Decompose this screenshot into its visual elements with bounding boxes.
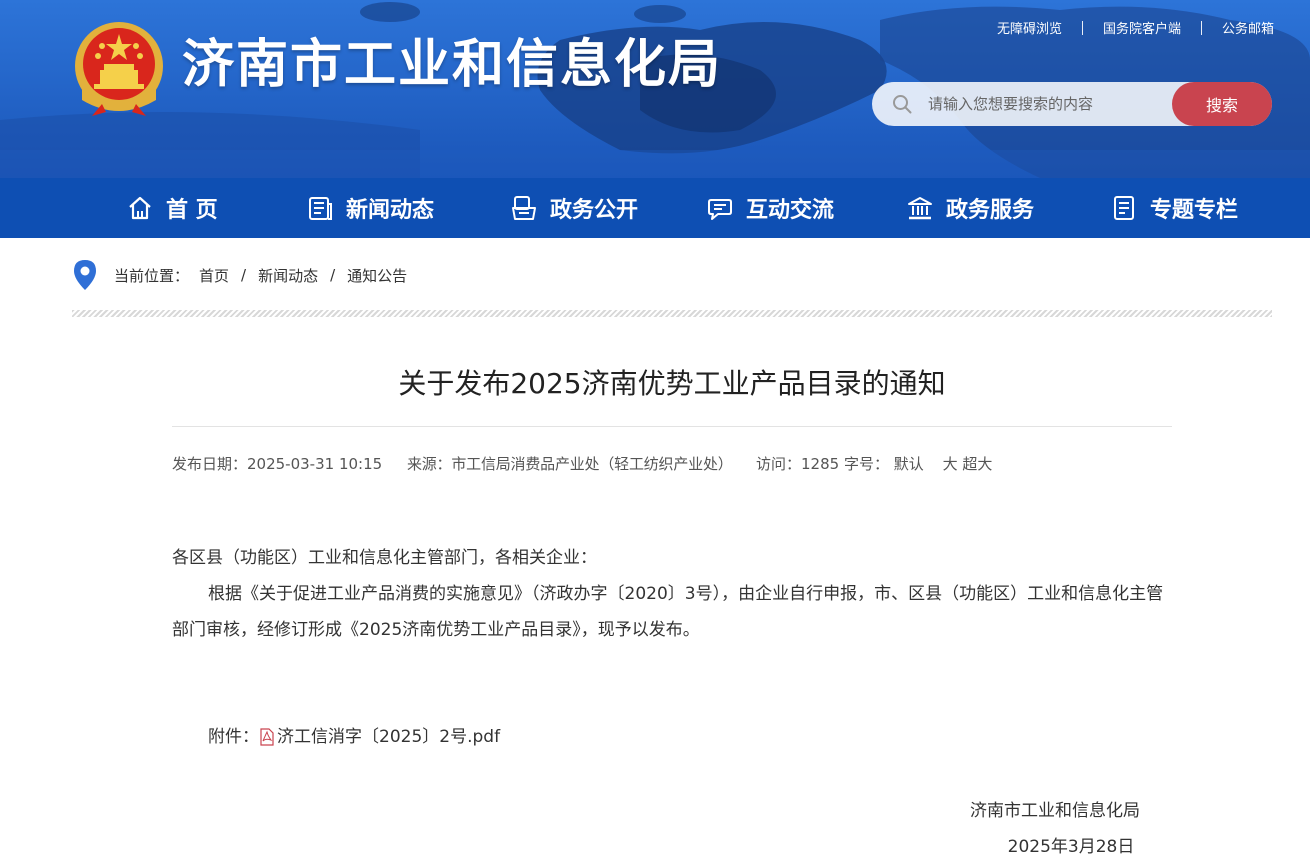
title-divider <box>172 426 1172 427</box>
breadcrumb-notices-link[interactable]: 通知公告 <box>347 265 407 286</box>
breadcrumb-home-link[interactable]: 首页 <box>199 265 229 286</box>
font-size-extra-large[interactable]: 超大 <box>962 455 992 473</box>
nav-item-news[interactable]: 新闻动态 <box>306 178 434 238</box>
nav-item-government-services[interactable]: 政务服务 <box>906 178 1034 238</box>
nav-item-government-affairs[interactable]: 政务公开 <box>510 178 638 238</box>
search-input[interactable] <box>928 82 1168 126</box>
nav-item-label: 政务公开 <box>550 198 639 223</box>
breadcrumb-prefix: 当前位置： <box>114 266 190 285</box>
location-pin-icon <box>74 260 96 290</box>
document-list-icon <box>1114 196 1134 220</box>
font-size-large[interactable]: 大 <box>943 455 958 473</box>
search-box: 搜索 <box>872 82 1272 126</box>
folder-open-icon <box>512 196 536 220</box>
search-icon <box>893 95 912 114</box>
state-council-client-link[interactable]: 国务院客户端 <box>1103 18 1181 37</box>
salutation: 各区县（功能区）工业和信息化主管部门，各相关企业： <box>172 548 597 568</box>
article-body: 各区县（功能区）工业和信息化主管部门，各相关企业： 根据《关于促进工业产品消费的… <box>172 540 1172 648</box>
breadcrumb: 当前位置： 首页 / 新闻动态 / 通知公告 <box>72 258 407 292</box>
official-email-link[interactable]: 公务邮箱 <box>1222 18 1274 37</box>
nav-item-label: 首 页 <box>166 198 218 223</box>
top-links: 无障碍浏览 国务院客户端 公务邮箱 <box>997 18 1274 37</box>
hatched-divider <box>72 310 1272 317</box>
article-title: 关于发布2025济南优势工业产品目录的通知 <box>398 367 946 400</box>
nav-item-label: 专题专栏 <box>1150 198 1239 223</box>
site-header: 济南市工业和信息化局 无障碍浏览 国务院客户端 公务邮箱 搜索 <box>0 0 1310 178</box>
meta-right: 访问：1285 字号： 默认 大 超大 <box>756 450 993 478</box>
publish-date: 发布日期：2025-03-31 10:15 <box>172 455 383 473</box>
attachment-label: 附件： <box>208 727 259 747</box>
chat-bubble-icon <box>708 199 732 220</box>
national-emblem-logo <box>75 22 163 116</box>
nav-item-home[interactable]: 首 页 <box>126 178 218 238</box>
site-title: 济南市工业和信息化局 <box>182 35 723 95</box>
nav-item-interaction[interactable]: 互动交流 <box>706 178 834 238</box>
home-icon <box>129 196 151 220</box>
nav-item-label: 互动交流 <box>746 198 835 223</box>
newspaper-icon <box>309 197 332 220</box>
signer-name: 济南市工业和信息化局 <box>970 801 1140 821</box>
visit-count: 访问：1285 <box>756 455 840 473</box>
attachment-link[interactable]: 济工信消字〔2025〕2号.pdf <box>259 720 500 754</box>
link-divider <box>1200 20 1202 35</box>
main-nav: 首 页 新闻动态 政务公开 互动交流 政务服务 专题专栏 <box>0 178 1310 238</box>
link-divider <box>1081 20 1083 35</box>
breadcrumb-separator: / <box>241 266 247 284</box>
breadcrumb-news-link[interactable]: 新闻动态 <box>258 265 318 286</box>
nav-item-label: 政务服务 <box>946 198 1035 223</box>
breadcrumb-separator: / <box>330 266 336 284</box>
search-button[interactable]: 搜索 <box>1172 82 1272 126</box>
attachment: 附件： 济工信消字〔2025〕2号.pdf <box>208 720 500 754</box>
government-building-icon <box>908 197 932 220</box>
attachment-filename: 济工信消字〔2025〕2号.pdf <box>277 727 501 747</box>
accessibility-link[interactable]: 无障碍浏览 <box>997 18 1062 37</box>
signature-block: 济南市工业和信息化局 2025年3月28日 <box>970 793 1140 865</box>
article-source: 来源：市工信局消费品产业处（轻工纺织产业处） <box>406 455 733 473</box>
pdf-file-icon <box>260 728 274 746</box>
nav-item-label: 新闻动态 <box>346 198 435 223</box>
font-size-default[interactable]: 默认 <box>894 455 924 473</box>
body-paragraph: 根据《关于促进工业产品消费的实施意见》（济政办字〔2020〕3号），由企业自行申… <box>172 584 1164 640</box>
nav-item-special-topics[interactable]: 专题专栏 <box>1110 178 1238 238</box>
sign-date: 2025年3月28日 <box>1007 837 1135 857</box>
font-size-label: 字号： <box>843 455 889 473</box>
